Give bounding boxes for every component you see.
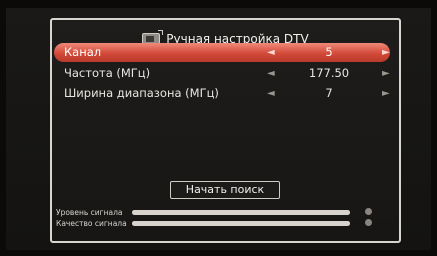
frequency-label: Частота (МГц) — [64, 66, 151, 80]
signal-level-fill — [132, 210, 350, 215]
decrease-arrow-icon[interactable]: ◄ — [267, 84, 275, 103]
frequency-row[interactable]: Частота (МГц) ◄ 177.50 ► — [54, 64, 390, 83]
channel-label: Канал — [64, 45, 102, 59]
increase-arrow-icon[interactable]: ► — [382, 43, 390, 62]
signal-quality-bar — [132, 221, 350, 226]
decrease-arrow-icon[interactable]: ◄ — [267, 43, 275, 62]
bandwidth-row[interactable]: Ширина диапазона (МГц) ◄ 7 ► — [54, 84, 390, 103]
decrease-arrow-icon[interactable]: ◄ — [267, 64, 275, 83]
channel-value: 5 — [325, 45, 333, 59]
signal-level-label: Уровень сигнала — [56, 208, 123, 217]
bandwidth-value: 7 — [325, 86, 333, 100]
signal-quality-fill — [132, 221, 350, 226]
increase-arrow-icon[interactable]: ► — [382, 64, 390, 83]
signal-level-indicator-icon — [365, 208, 372, 215]
increase-arrow-icon[interactable]: ► — [382, 84, 390, 103]
start-search-button[interactable]: Начать поиск — [170, 181, 280, 199]
frequency-value: 177.50 — [308, 66, 350, 80]
signal-level-bar — [132, 210, 350, 215]
channel-row[interactable]: Канал ◄ 5 ► — [54, 43, 390, 62]
bandwidth-label: Ширина диапазона (МГц) — [64, 86, 219, 100]
signal-quality-label: Качество сигнала — [56, 219, 127, 228]
signal-quality-indicator-icon — [365, 219, 372, 226]
